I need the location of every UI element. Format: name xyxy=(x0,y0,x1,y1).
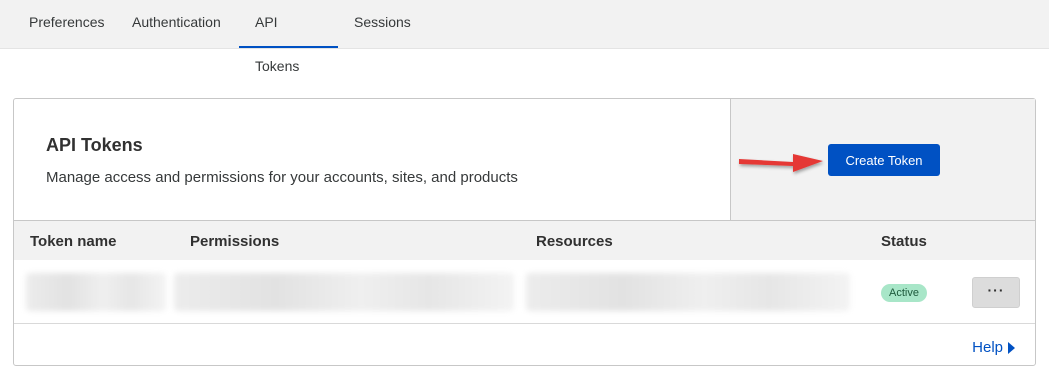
column-header-permissions: Permissions xyxy=(190,233,280,250)
card-header: API Tokens Manage access and permissions… xyxy=(14,99,730,220)
api-tokens-card: API Tokens Manage access and permissions… xyxy=(13,98,1036,366)
tab-sessions[interactable]: Sessions xyxy=(338,0,427,48)
card-actions: Create Token xyxy=(730,99,1035,220)
card-description: Manage access and permissions for your a… xyxy=(46,169,518,186)
table-row[interactable]: Active ··· xyxy=(14,260,1035,324)
tab-api-tokens[interactable]: API Tokens xyxy=(239,0,338,74)
card-title: API Tokens xyxy=(46,135,143,155)
account-tabs: Preferences Authentication API Tokens Se… xyxy=(0,0,1049,74)
status-badge: Active xyxy=(881,284,927,302)
tab-authentication[interactable]: Authentication xyxy=(116,0,237,48)
redacted-resources xyxy=(526,273,850,311)
caret-right-icon xyxy=(1008,341,1015,354)
table-header: Token name Permissions Resources Status xyxy=(14,220,1035,260)
ellipsis-icon: ··· xyxy=(987,282,1005,298)
help-label: Help xyxy=(972,339,1003,356)
column-header-status: Status xyxy=(881,233,927,250)
help-link[interactable]: Help xyxy=(972,339,1015,356)
tab-preferences[interactable]: Preferences xyxy=(13,0,120,48)
red-arrow-icon xyxy=(739,154,823,172)
more-actions-button[interactable]: ··· xyxy=(972,277,1020,308)
create-token-button[interactable]: Create Token xyxy=(828,144,940,176)
column-header-token-name: Token name xyxy=(30,233,117,250)
redacted-permissions xyxy=(174,273,514,311)
column-header-resources: Resources xyxy=(536,233,613,250)
redacted-token-name xyxy=(26,273,166,311)
